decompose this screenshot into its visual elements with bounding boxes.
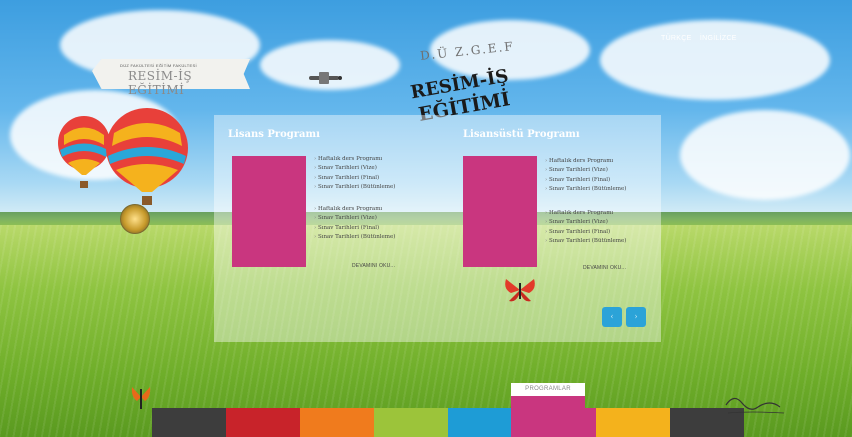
lang-english-link[interactable]: İNGİLİZCE — [700, 35, 737, 42]
lisans-midterm-dates-link[interactable]: Sınav Tarihleri (Vize) — [314, 164, 395, 173]
banner-title: RESİM-İŞ EĞİTİMİ — [128, 69, 193, 97]
bottom-nav-tabs — [152, 408, 744, 437]
butterfly-icon — [505, 279, 535, 302]
programs-panel: Lisans Programı Haftalık ders Programı S… — [214, 115, 661, 342]
signature-logo — [725, 397, 785, 414]
lisansustu-makeup-dates-link[interactable]: Sınav Tarihleri (Bütünleme) — [545, 185, 626, 194]
airplane-icon — [309, 72, 342, 84]
nav-tab-2[interactable] — [226, 408, 300, 437]
lisans-weekly-schedule-link-2[interactable]: Haftalık ders Programı — [314, 205, 395, 214]
active-tab-label: PROGRAMLAR — [511, 383, 585, 396]
cloud — [680, 110, 850, 200]
lisansustu-final-dates-link[interactable]: Sınav Tarihleri (Final) — [545, 176, 626, 185]
banner-subtitle: DÜZ FAKÜLTESİ EĞİTİM FAKÜLTESİ — [120, 63, 197, 68]
nav-tab-3[interactable] — [300, 408, 374, 437]
lisans-read-more-link[interactable]: DEVAMINI OKU... — [352, 263, 395, 269]
next-button[interactable]: › — [626, 307, 646, 327]
lisans-makeup-dates-link[interactable]: Sınav Tarihleri (Bütünleme) — [314, 183, 395, 192]
cloud — [600, 20, 830, 100]
lisans-midterm-dates-link-2[interactable]: Sınav Tarihleri (Vize) — [314, 214, 395, 223]
prev-button[interactable]: ‹ — [602, 307, 622, 327]
lisansustu-read-more-link[interactable]: DEVAMINI OKU... — [583, 265, 626, 271]
lisans-links-group-1: Haftalık ders Programı Sınav Tarihleri (… — [314, 155, 395, 193]
university-seal-logo — [120, 204, 150, 234]
nav-tab-7[interactable] — [596, 408, 670, 437]
hot-air-balloon-icon — [106, 108, 188, 205]
lisans-final-dates-link[interactable]: Sınav Tarihleri (Final) — [314, 174, 395, 183]
lisans-image — [232, 156, 306, 267]
active-nav-tab[interactable] — [511, 396, 585, 437]
lisansustu-image — [463, 156, 537, 267]
lisans-weekly-schedule-link[interactable]: Haftalık ders Programı — [314, 155, 395, 164]
lisansustu-makeup-dates-link-2[interactable]: Sınav Tarihleri (Bütünleme) — [545, 237, 626, 246]
lisansustu-midterm-dates-link[interactable]: Sınav Tarihleri (Vize) — [545, 166, 626, 175]
language-switcher: TÜRKÇE İNGİLİZCE — [661, 35, 743, 42]
nav-tab-1[interactable] — [152, 408, 226, 437]
lisansustu-final-dates-link-2[interactable]: Sınav Tarihleri (Final) — [545, 228, 626, 237]
lisansustu-column: Lisansüstü Programı Haftalık ders Progra… — [463, 115, 683, 342]
butterfly-icon — [131, 387, 151, 409]
lisans-final-dates-link-2[interactable]: Sınav Tarihleri (Final) — [314, 224, 395, 233]
lisansustu-links-group-2: Haftalık ders Programı Sınav Tarihleri (… — [545, 209, 626, 247]
nav-tab-4[interactable] — [374, 408, 448, 437]
lisansustu-links-group-1: Haftalık ders Programı Sınav Tarihleri (… — [545, 157, 626, 195]
lisans-links-group-2: Haftalık ders Programı Sınav Tarihleri (… — [314, 205, 395, 243]
lisansustu-weekly-schedule-link[interactable]: Haftalık ders Programı — [545, 157, 626, 166]
lang-turkish-link[interactable]: TÜRKÇE — [661, 35, 692, 42]
lisans-column: Lisans Programı Haftalık ders Programı S… — [228, 115, 448, 342]
lisansustu-title: Lisansüstü Programı — [463, 129, 580, 140]
header-banner[interactable]: DÜZ FAKÜLTESİ EĞİTİM FAKÜLTESİ RESİM-İŞ … — [92, 59, 250, 97]
lisansustu-weekly-schedule-link-2[interactable]: Haftalık ders Programı — [545, 209, 626, 218]
lisans-title: Lisans Programı — [228, 129, 320, 140]
lisans-makeup-dates-link-2[interactable]: Sınav Tarihleri (Bütünleme) — [314, 233, 395, 242]
lisansustu-midterm-dates-link-2[interactable]: Sınav Tarihleri (Vize) — [545, 218, 626, 227]
